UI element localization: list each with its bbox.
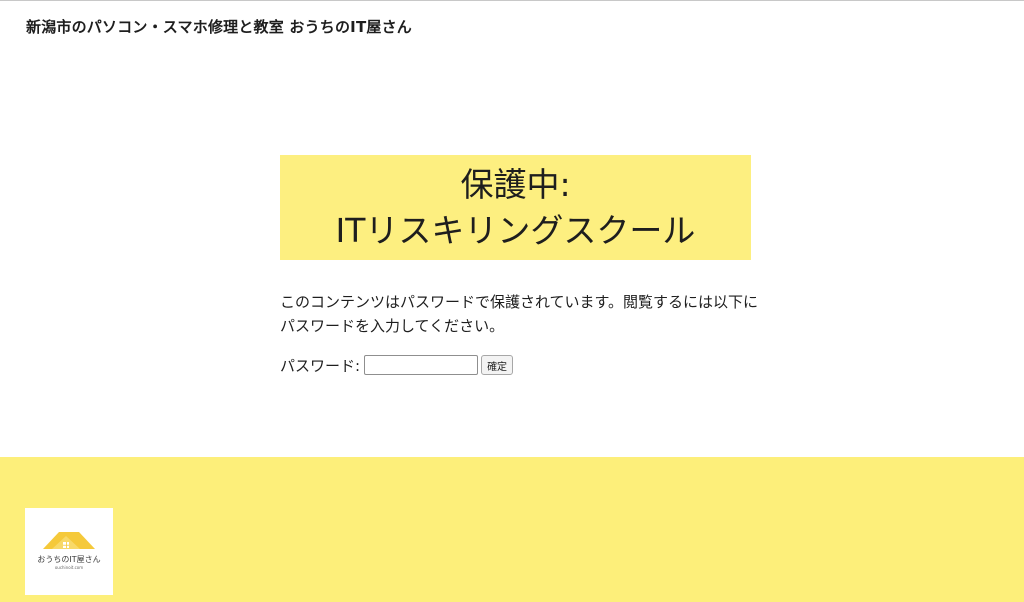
password-form: パスワード: 確定 bbox=[280, 352, 514, 378]
site-title-link[interactable]: 新潟市のパソコン・スマホ修理と教室 おうちのIT屋さん bbox=[26, 16, 412, 37]
house-roof-icon bbox=[43, 532, 95, 549]
page-title-line2: ITリスキリングスクール bbox=[335, 210, 696, 250]
password-input[interactable] bbox=[364, 355, 479, 375]
password-label: パスワード: bbox=[280, 356, 361, 375]
logo-subtext: ouchinoit.com bbox=[54, 565, 84, 570]
footer bbox=[0, 457, 1024, 602]
top-border bbox=[0, 0, 1024, 1]
footer-logo[interactable]: おうちのIT屋さん ouchinoit.com bbox=[25, 508, 113, 595]
logo-text: おうちのIT屋さん bbox=[37, 555, 101, 564]
submit-button[interactable]: 確定 bbox=[481, 355, 514, 375]
protected-message: このコンテンツはパスワードで保護されています。閲覧するには以下にパスワードを入力… bbox=[280, 293, 759, 335]
page-title-line1: 保護中: bbox=[460, 164, 571, 204]
page-title: 保護中: ITリスキリングスクール bbox=[280, 155, 751, 260]
